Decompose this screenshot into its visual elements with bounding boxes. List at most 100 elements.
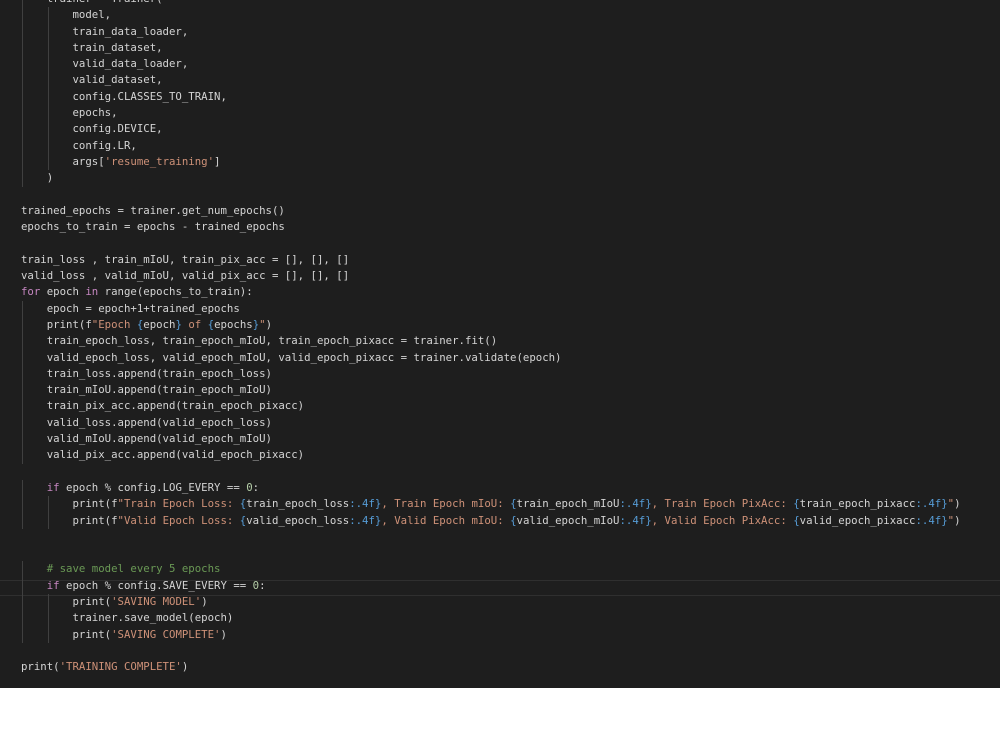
code-line: # save model every 5 epochs [21,561,996,578]
code-token: train_dataset, [21,40,163,54]
indent-guide [22,121,23,138]
code-token: 'resume_training' [104,154,215,168]
indent-guide [47,137,49,154]
code-editor[interactable]: trainer = Trainer( model, train_data_loa… [0,0,1000,688]
page-background [0,688,1000,750]
code-line: print('TRAINING COMPLETE') [21,659,996,675]
code-token: "Epoch [91,317,137,331]
code-line: train_data_loader, [21,23,996,40]
indent-guide [22,39,23,57]
indent-guide [47,23,49,40]
code-token: , Train Epoch PixAcc: [651,497,794,511]
code-line: print(f"Train Epoch Loss: {train_epoch_l… [21,496,996,513]
indent-guide [22,496,23,513]
code-line: args['resume_training'] [21,153,996,171]
code-line: for epoch in range(epochs_to_train): [21,284,996,300]
code-line: valid_data_loader, [21,56,996,73]
indent-guide [22,105,23,122]
code-token: print(f [21,317,92,331]
code-line: print('SAVING COMPLETE') [21,626,996,643]
code-token: epochs, [21,106,118,120]
code-token: config.CLASSES_TO_TRAIN, [21,89,227,103]
code-token: 'SAVING MODEL' [111,594,202,608]
code-line: trainer = Trainer( [21,0,996,8]
code-line: valid_epoch_loss, valid_epoch_mIoU, vali… [21,349,996,366]
code-token: valid_pix_acc.append(valid_epoch_pixacc) [21,448,305,462]
code-token: :.4f} [619,497,652,511]
code-line: train_epoch_loss, train_epoch_mIoU, trai… [21,333,996,350]
indent-guide [47,88,49,106]
code-token: args[ [21,154,105,168]
indent-guide [22,56,23,73]
code-token: ] [214,154,221,168]
code-token: :.4f} [915,513,948,527]
code-token: for [21,285,41,299]
code-token: :.4f} [349,497,382,511]
indent-guide [47,72,49,89]
code-token: print(f [21,497,118,511]
code-token: "Train Epoch Loss: [117,497,240,511]
code-line: epochs, [21,105,996,122]
code-token: print(f [21,513,118,527]
code-token: model, [21,8,112,22]
code-token: ) [220,627,227,641]
code-line: train_dataset, [21,39,996,57]
indent-guide [22,0,23,8]
code-line: valid_loss.append(valid_epoch_loss) [21,414,996,432]
indent-guide [22,349,23,366]
indent-guide [47,121,49,138]
code-token: ) [265,317,272,331]
code-token: config.LR, [21,138,137,152]
code-token: train_pix_acc.append(train_epoch_pixacc) [21,399,305,413]
indent-guide [22,577,23,594]
code-line: model, [21,7,996,24]
code-token: train_epoch_pixacc [799,497,916,511]
code-token: print( [21,627,112,641]
code-token: valid_data_loader, [21,57,189,71]
code-line: config.CLASSES_TO_TRAIN, [21,88,996,106]
indent-guide [22,447,23,464]
indent-guide [22,479,23,497]
code-token: 'TRAINING COMPLETE' [59,660,182,674]
code-token: :.4f} [349,513,382,527]
indent-guide [47,593,49,611]
code-token: epoch % config.SAVE_EVERY == [59,578,253,592]
code-token: range(epochs_to_train): [98,285,253,299]
code-line: config.DEVICE, [21,121,996,138]
code-content[interactable]: trainer = Trainer( model, train_data_loa… [21,0,996,675]
indent-guide [47,496,49,513]
indent-guide [22,300,23,317]
indent-guide [22,72,23,89]
code-line: valid_dataset, [21,72,996,89]
indent-guide [22,626,23,643]
code-token: ) [954,513,961,527]
code-token: 'SAVING COMPLETE' [111,627,221,641]
code-token: epoch = epoch+1+trained_epochs [21,301,240,315]
code-token: # save model every 5 epochs [21,562,221,576]
indent-guide [22,610,23,627]
code-token: valid_mIoU.append(valid_epoch_mIoU) [21,432,272,446]
code-token: valid_epoch_loss [246,513,350,527]
code-token: :.4f} [619,513,652,527]
indent-guide [22,170,23,187]
code-line: train_mIoU.append(train_epoch_mIoU) [21,382,996,399]
indent-guide [22,382,23,399]
code-token: , Train Epoch mIoU: [381,497,511,511]
code-line: train_pix_acc.append(train_epoch_pixacc) [21,398,996,415]
code-line: train_loss , train_mIoU, train_pix_acc =… [21,252,996,268]
code-line: print(f"Valid Epoch Loss: {valid_epoch_l… [21,512,996,529]
code-line: valid_pix_acc.append(valid_epoch_pixacc) [21,447,996,464]
code-token: valid_loss.append(valid_epoch_loss) [21,415,272,429]
code-token: in [85,285,99,299]
code-line: epochs_to_train = epochs - trained_epoch… [21,219,996,235]
code-line: trainer.save_model(epoch) [21,610,996,627]
indent-guide [47,7,49,24]
code-token: epoch [40,285,86,299]
indent-guide [22,23,23,40]
code-token: ) [201,594,208,608]
code-token: valid_epoch_pixacc [799,513,916,527]
